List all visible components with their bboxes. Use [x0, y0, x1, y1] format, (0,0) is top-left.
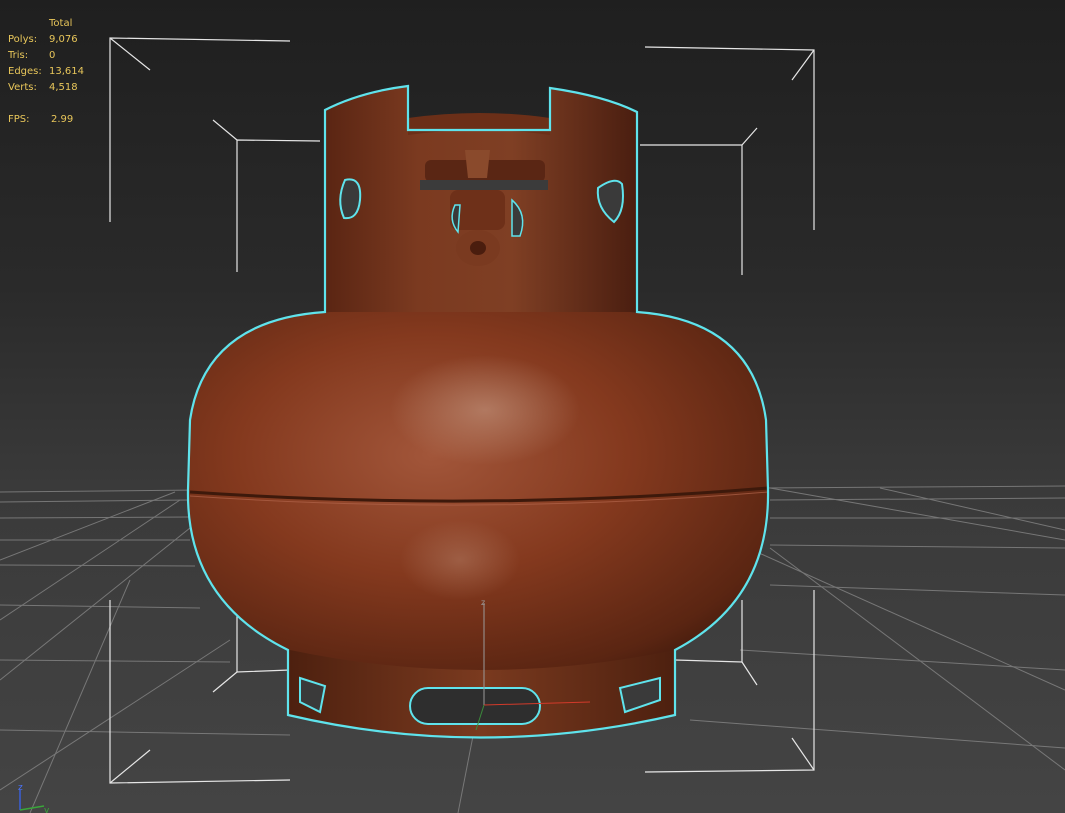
gas-cylinder-model[interactable]	[186, 84, 770, 739]
body-highlight	[390, 355, 580, 465]
3d-viewport[interactable]: z z y Total Polys: 9,076 Tris: 0 Edges: …	[0, 0, 1065, 813]
axis-z-label: z	[18, 783, 23, 793]
scene-canvas[interactable]: z z y	[0, 0, 1065, 813]
viewport-statistics: Total Polys: 9,076 Tris: 0 Edges: 13,614…	[8, 16, 84, 128]
svg-text:z: z	[481, 598, 485, 607]
stats-label: Tris:	[8, 50, 29, 61]
stats-label: Verts:	[8, 82, 37, 93]
stats-row-tris: Tris: 0	[8, 48, 84, 64]
stats-spacer	[8, 96, 84, 112]
stats-row-verts: Verts: 4,518	[8, 80, 84, 96]
view-axis-tripod: z y	[18, 783, 50, 813]
stats-label: Polys:	[8, 34, 38, 45]
fps-label: FPS:	[8, 114, 30, 125]
stats-row-edges: Edges: 13,614	[8, 64, 84, 80]
stats-row-polys: Polys: 9,076	[8, 32, 84, 48]
body-highlight-2	[400, 520, 520, 600]
cylinder-top-collar	[325, 86, 637, 312]
stats-row-fps: FPS: 2.99	[8, 112, 84, 128]
stats-value: 9,076	[49, 34, 78, 45]
stats-header: Total	[49, 18, 73, 29]
stats-value: 4,518	[49, 82, 78, 93]
stats-value: 13,614	[49, 66, 84, 77]
stats-label: Edges:	[8, 66, 42, 77]
axis-y-label: y	[44, 806, 50, 813]
stats-value: 0	[49, 50, 56, 61]
fps-value: 2.99	[51, 114, 74, 125]
